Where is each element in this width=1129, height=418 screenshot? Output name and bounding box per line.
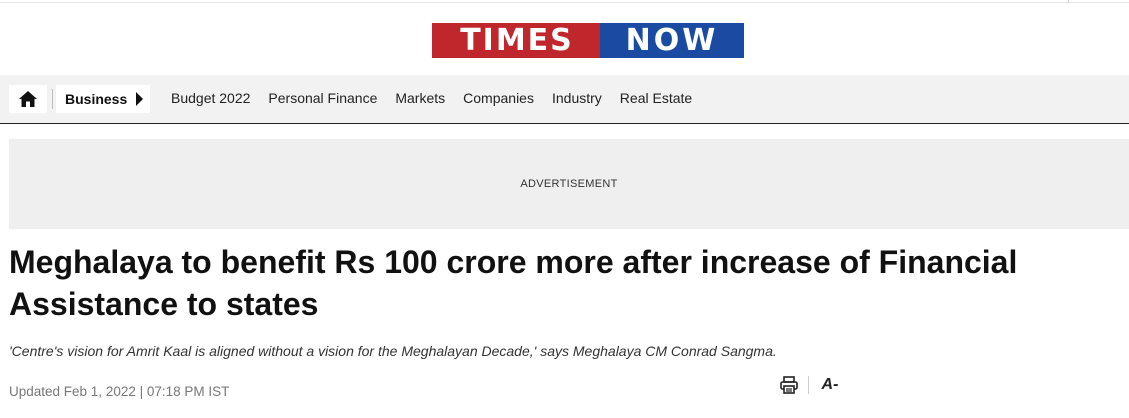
font-size-button[interactable]: A- xyxy=(819,374,841,396)
nav-links: Budget 2022 Personal Finance Markets Com… xyxy=(171,90,692,106)
advertisement-slot: ADVERTISEMENT xyxy=(9,139,1129,229)
nav-separator xyxy=(52,89,53,109)
print-icon xyxy=(780,376,798,394)
logo-now-text: NOW xyxy=(600,23,744,58)
nav-link-budget-2022[interactable]: Budget 2022 xyxy=(171,90,250,106)
font-size-icon: A- xyxy=(821,376,839,393)
nav-link-industry[interactable]: Industry xyxy=(552,90,602,106)
article-tools: A- xyxy=(778,374,841,396)
main-navbar: Business Budget 2022 Personal Finance Ma… xyxy=(0,75,1129,124)
article-summary: 'Centre's vision for Amrit Kaal is align… xyxy=(9,343,777,359)
nav-link-markets[interactable]: Markets xyxy=(395,90,445,106)
top-divider xyxy=(0,2,1129,3)
caret-right-icon xyxy=(136,92,144,106)
top-divider-tick xyxy=(1068,0,1069,3)
article-updated-timestamp: Updated Feb 1, 2022 | 07:18 PM IST xyxy=(9,384,230,399)
section-label: Business xyxy=(65,91,128,107)
times-now-logo[interactable]: TIMES NOW xyxy=(432,23,744,58)
section-business-button[interactable]: Business xyxy=(56,85,150,113)
print-button[interactable] xyxy=(778,374,800,396)
home-icon xyxy=(19,91,37,107)
home-button[interactable] xyxy=(9,85,47,113)
nav-link-companies[interactable]: Companies xyxy=(463,90,534,106)
tools-separator xyxy=(808,376,809,394)
advertisement-label: ADVERTISEMENT xyxy=(520,178,618,190)
article-headline: Meghalaya to benefit Rs 100 crore more a… xyxy=(9,244,1018,322)
logo-times-text: TIMES xyxy=(432,23,600,58)
nav-link-real-estate[interactable]: Real Estate xyxy=(620,90,692,106)
nav-link-personal-finance[interactable]: Personal Finance xyxy=(268,90,377,106)
